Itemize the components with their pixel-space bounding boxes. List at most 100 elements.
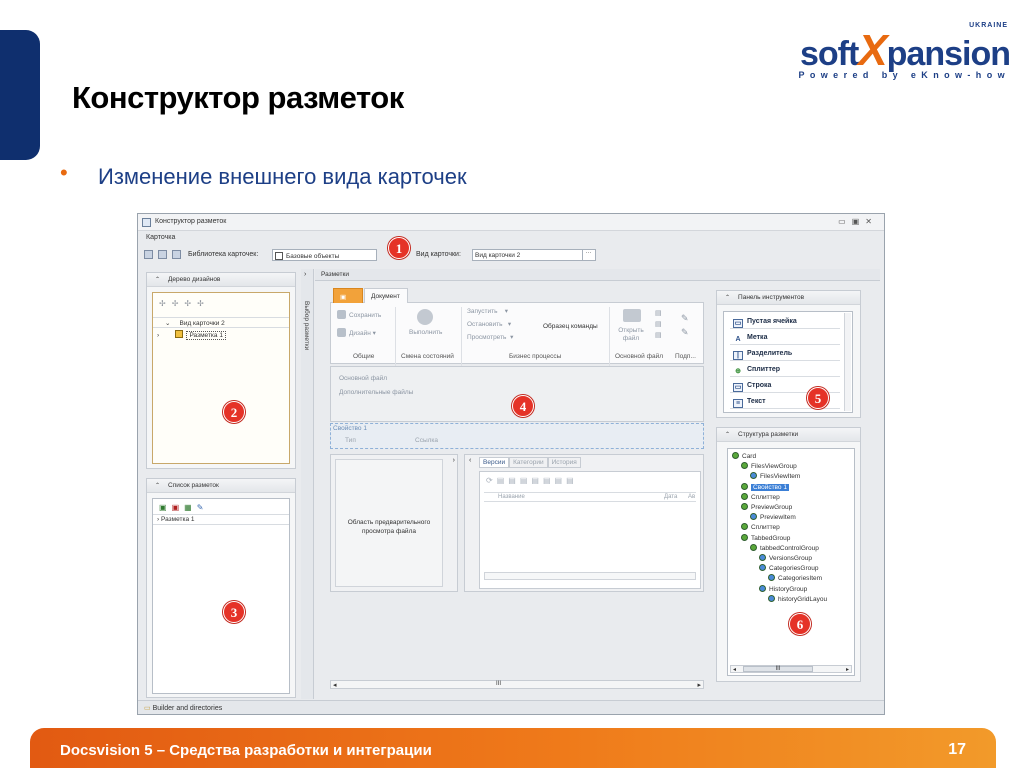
structure-node[interactable]: historyGridLayou bbox=[768, 594, 827, 603]
execute-command[interactable]: Выполнить bbox=[409, 329, 442, 336]
scroll-left-icon[interactable]: ◂ bbox=[733, 666, 736, 673]
structure-node[interactable]: HistoryGroup bbox=[759, 584, 807, 593]
layout-list-box: ▣▣▦✎ › Разметка 1 bbox=[152, 498, 290, 694]
edit-design-icon[interactable]: ✢ bbox=[197, 299, 210, 308]
ellipsis-icon[interactable]: ··· bbox=[582, 250, 594, 260]
library-select[interactable]: Базовые объекты bbox=[272, 249, 377, 261]
doc-icon[interactable]: ▤ bbox=[520, 476, 532, 485]
structure-hscroll[interactable]: ◂ III ▸ bbox=[730, 665, 852, 673]
expand-icon[interactable]: ⌄ bbox=[165, 320, 170, 327]
add-design-icon[interactable]: ✢ bbox=[159, 299, 172, 308]
toolbox-header[interactable]: ⌃ Панель инструментов bbox=[717, 291, 860, 305]
layout-list-header[interactable]: ⌃ Список разметок bbox=[147, 479, 295, 493]
print-icon[interactable] bbox=[158, 250, 167, 259]
tab-document[interactable]: Документ bbox=[364, 288, 408, 303]
toolbox-vscroll[interactable] bbox=[844, 313, 851, 411]
scroll-left-icon[interactable]: ◂ bbox=[333, 681, 337, 689]
tool-splitter[interactable]: ⊕ Сплиттер bbox=[730, 362, 840, 377]
doc-icon[interactable]: ▤ bbox=[555, 476, 567, 485]
collapse-icon[interactable]: ⌃ bbox=[155, 276, 160, 283]
marker-5: 5 bbox=[807, 387, 829, 409]
structure-node[interactable]: tabbedControlGroup bbox=[750, 543, 819, 552]
tool-empty-cell[interactable]: ▭ Пустая ячейка bbox=[730, 314, 840, 329]
sign-icon[interactable]: ✎ bbox=[681, 327, 689, 337]
structure-node[interactable]: CategoriesItem bbox=[768, 574, 822, 582]
scroll-right-icon[interactable]: ▸ bbox=[697, 681, 701, 689]
design-tree-header[interactable]: ⌃ Дерево дизайнов bbox=[147, 273, 295, 287]
tool-label[interactable]: A Метка bbox=[730, 330, 840, 345]
view-command[interactable]: Просмотреть ▾ bbox=[467, 333, 513, 341]
save-icon[interactable] bbox=[144, 250, 153, 259]
grid-layout-icon[interactable]: ▦ bbox=[184, 503, 197, 512]
tab-categories[interactable]: Категории bbox=[509, 457, 548, 468]
start-command[interactable]: Запустить ▾ bbox=[467, 307, 508, 315]
edit-layout-icon[interactable]: ✎ bbox=[197, 503, 209, 512]
properties-group[interactable]: Свойство 1 Тип Ссылка bbox=[330, 423, 704, 449]
structure-node-label: FilesViewGroup bbox=[751, 463, 797, 471]
add-layout-icon[interactable]: ▣ bbox=[159, 503, 172, 512]
doc-icon[interactable]: ▤ bbox=[508, 476, 520, 485]
chevron-right-icon[interactable]: › bbox=[453, 457, 455, 464]
layout-list-item[interactable]: › Разметка 1 bbox=[153, 514, 289, 525]
structure-node[interactable]: PreviewItem bbox=[750, 513, 796, 521]
structure-node[interactable]: Сплиттер bbox=[741, 523, 780, 531]
structure-node[interactable]: Сплиттер bbox=[741, 492, 780, 501]
structure-node[interactable]: Card bbox=[732, 452, 756, 460]
design-tree-pane: ⌃ Дерево дизайнов ✢✢✢✢ ⌄ Вид карточки 2 ›… bbox=[146, 272, 296, 469]
layout-picker-strip[interactable]: › Выбор разметки bbox=[301, 269, 314, 699]
structure-tree: ◂ III ▸ Card FilesViewGroup FilesViewItem С… bbox=[727, 448, 855, 676]
structure-node[interactable]: VersionsGroup bbox=[759, 554, 812, 562]
structure-node[interactable]: FilesViewGroup bbox=[741, 462, 797, 470]
file-icon[interactable]: ▤ bbox=[655, 321, 662, 328]
copy-design-icon[interactable]: ✢ bbox=[184, 299, 197, 308]
refresh-icon[interactable]: ⟳ bbox=[486, 476, 497, 485]
open-file-command[interactable]: Открыть файл bbox=[615, 327, 647, 343]
save-command[interactable]: Сохранить bbox=[337, 310, 381, 319]
delete-layout-icon[interactable]: ▣ bbox=[172, 503, 185, 512]
tab-history[interactable]: История bbox=[547, 457, 581, 468]
main-hscroll[interactable]: ◂ III ▸ bbox=[330, 680, 704, 689]
collapse-icon[interactable]: ⌃ bbox=[155, 482, 160, 489]
remove-design-icon[interactable]: ✢ bbox=[172, 299, 185, 308]
doc-icon[interactable]: ▤ bbox=[543, 476, 555, 485]
ribbon-app-tab[interactable]: ▣ bbox=[333, 288, 363, 303]
versions-hscroll[interactable] bbox=[484, 572, 696, 580]
structure-node[interactable]: TabbedGroup bbox=[741, 533, 790, 542]
scroll-thumb[interactable]: III bbox=[496, 681, 501, 687]
doc-icon[interactable]: ▤ bbox=[531, 476, 543, 485]
file-icon[interactable]: ▤ bbox=[655, 310, 662, 317]
tree-item-layout-1[interactable]: › Разметка 1 bbox=[153, 329, 289, 340]
sample-commands[interactable]: Образец команды bbox=[543, 323, 598, 330]
structure-node[interactable]: CategoriesGroup bbox=[759, 564, 819, 572]
structure-node[interactable]: FilesViewItem bbox=[750, 472, 800, 480]
chevron-left-icon[interactable]: ‹ bbox=[469, 457, 471, 464]
collapse-icon[interactable]: ⌃ bbox=[725, 431, 730, 438]
left-accent-bar bbox=[0, 30, 40, 160]
scroll-right-icon[interactable]: ▸ bbox=[846, 666, 849, 673]
scroll-thumb[interactable]: III bbox=[743, 666, 813, 672]
minimize-icon[interactable]: ▭ bbox=[838, 217, 852, 226]
close-icon[interactable]: ✕ bbox=[865, 217, 878, 226]
logo-x: X bbox=[858, 26, 887, 75]
file-icon[interactable]: ▤ bbox=[655, 332, 662, 339]
tool-separator[interactable]: | Разделитель bbox=[730, 346, 840, 361]
card-type-select[interactable]: Вид карточки 2 ··· bbox=[472, 249, 596, 261]
maximize-icon[interactable]: ▣ bbox=[852, 217, 866, 226]
footer-text: Docsvision 5 – Средства разработки и инт… bbox=[60, 742, 432, 759]
tree-item-card-view[interactable]: ⌄ Вид карточки 2 bbox=[153, 317, 289, 328]
structure-header[interactable]: ⌃ Структура разметки bbox=[717, 428, 860, 442]
stop-command[interactable]: Остановить ▾ bbox=[467, 320, 511, 328]
sign-icon[interactable]: ✎ bbox=[681, 313, 689, 323]
doc-icon[interactable]: ▤ bbox=[566, 476, 578, 485]
status-item[interactable]: ▭ Builder and directories bbox=[144, 704, 222, 712]
doc-icon[interactable]: ▤ bbox=[497, 476, 509, 485]
structure-node[interactable]: Свойство 1 bbox=[741, 482, 789, 491]
collapse-icon[interactable]: ⌃ bbox=[725, 294, 730, 301]
tab-versions[interactable]: Версии bbox=[479, 457, 510, 468]
book-icon[interactable] bbox=[172, 250, 181, 259]
window-titlebar: Конструктор разметок ▭▣✕ bbox=[138, 214, 884, 231]
structure-node[interactable]: PreviewGroup bbox=[741, 503, 792, 511]
chevron-right-icon[interactable]: › bbox=[304, 271, 306, 278]
menu-card[interactable]: Карточка bbox=[146, 234, 175, 241]
design-command[interactable]: Дизайн ▾ bbox=[337, 328, 376, 337]
